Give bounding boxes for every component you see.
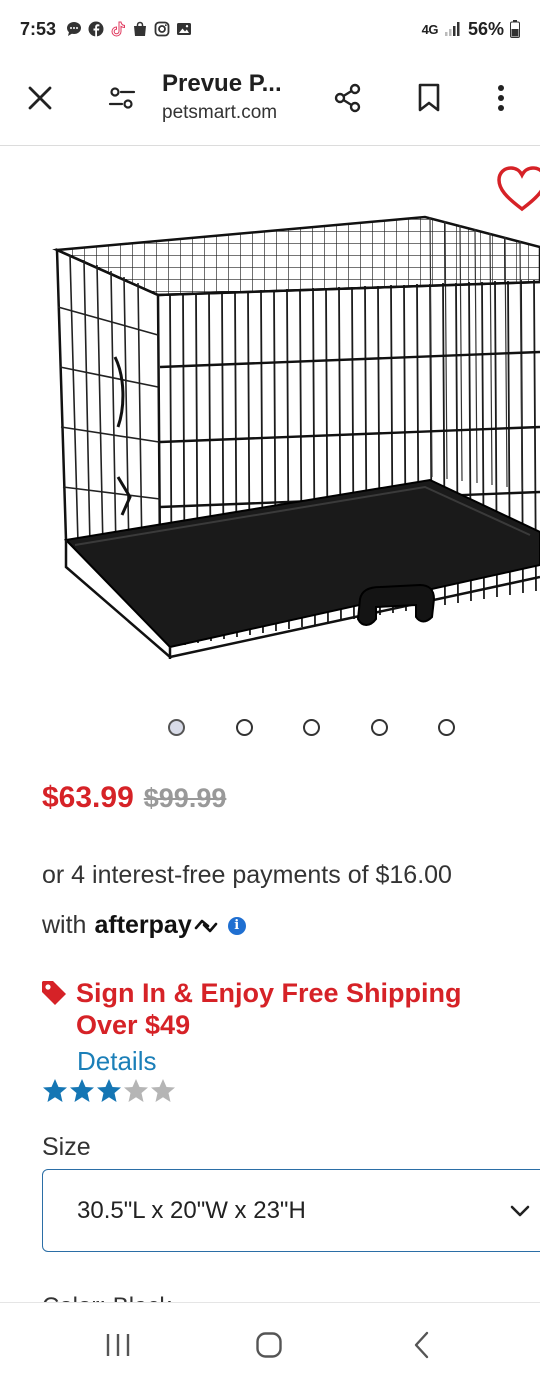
star-rating[interactable] <box>42 1078 176 1104</box>
more-icon <box>498 85 504 111</box>
chat-icon <box>67 22 82 36</box>
home-icon <box>256 1332 282 1358</box>
original-price: $99.99 <box>143 783 227 813</box>
heart-icon[interactable] <box>496 165 540 213</box>
afterpay-installments: or 4 interest-free payments of $16.00 <box>42 861 452 889</box>
carousel-dot[interactable] <box>236 719 253 736</box>
star-filled-icon <box>70 1079 94 1102</box>
battery-level: 56% <box>467 18 504 39</box>
site-settings-button[interactable] <box>100 76 144 120</box>
carousel-dot[interactable] <box>303 719 320 736</box>
carousel-dot[interactable] <box>168 719 185 736</box>
star-filled-icon <box>97 1079 121 1102</box>
back-button[interactable] <box>402 1325 442 1365</box>
image-carousel-dots <box>0 719 540 739</box>
tag-icon <box>42 981 66 1005</box>
bookmark-icon <box>418 83 440 112</box>
home-button[interactable] <box>249 1325 289 1365</box>
size-dropdown[interactable]: 30.5"L x 20"W x 23"H <box>42 1169 540 1252</box>
page-url: petsmart.com <box>162 102 278 123</box>
recent-apps-button[interactable] <box>98 1325 138 1365</box>
afterpay-arrows-icon <box>194 919 218 932</box>
status-time: 7:53 <box>20 18 57 39</box>
instagram-icon <box>154 21 170 37</box>
share-button[interactable] <box>326 76 370 120</box>
afterpay-row: with afterpay i <box>42 911 246 940</box>
star-empty-icon <box>151 1079 175 1102</box>
size-label: Size <box>42 1133 91 1161</box>
dog-crate-image <box>52 215 540 659</box>
gallery-icon <box>177 23 192 35</box>
carousel-dot[interactable] <box>371 719 388 736</box>
shipping-promo-text: Sign In & Enjoy Free Shipping Over $49 <box>76 978 462 1040</box>
product-image[interactable] <box>0 147 540 707</box>
bookmark-button[interactable] <box>407 76 451 120</box>
system-nav-bar <box>0 1302 540 1383</box>
share-icon <box>334 83 361 113</box>
browser-toolbar: Prevue P... petsmart.com <box>0 58 540 146</box>
tiktok-icon <box>111 21 126 37</box>
site-settings-icon <box>108 87 136 109</box>
status-bar: 7:53 4G 56% <box>0 0 540 58</box>
star-empty-icon <box>124 1079 148 1102</box>
close-button[interactable] <box>18 76 62 120</box>
network-type: 4G <box>421 21 439 37</box>
sale-price: $63.99 <box>42 781 134 814</box>
shopping-bag-icon <box>134 21 147 36</box>
size-selected-value: 30.5"L x 20"W x 23"H <box>77 1196 306 1224</box>
close-icon <box>28 86 52 110</box>
facebook-icon <box>88 21 104 37</box>
battery-icon <box>510 20 520 38</box>
recent-apps-icon <box>106 1334 130 1356</box>
price-row: $63.99 $99.99 <box>42 781 226 815</box>
signal-icon <box>444 22 460 36</box>
page-title: Prevue P... <box>162 70 282 97</box>
afterpay-brand: afterpay <box>94 911 192 939</box>
chevron-down-icon <box>510 1205 530 1217</box>
back-icon <box>414 1331 429 1359</box>
carousel-dot[interactable] <box>438 719 455 736</box>
more-options-button[interactable] <box>479 76 523 120</box>
info-icon[interactable]: i <box>227 916 246 935</box>
details-link[interactable]: Details <box>77 1046 156 1077</box>
afterpay-logo: afterpay <box>94 911 219 940</box>
afterpay-prefix: with <box>42 911 87 939</box>
page-title-block[interactable]: Prevue P... petsmart.com <box>162 70 322 124</box>
star-filled-icon <box>43 1079 67 1102</box>
